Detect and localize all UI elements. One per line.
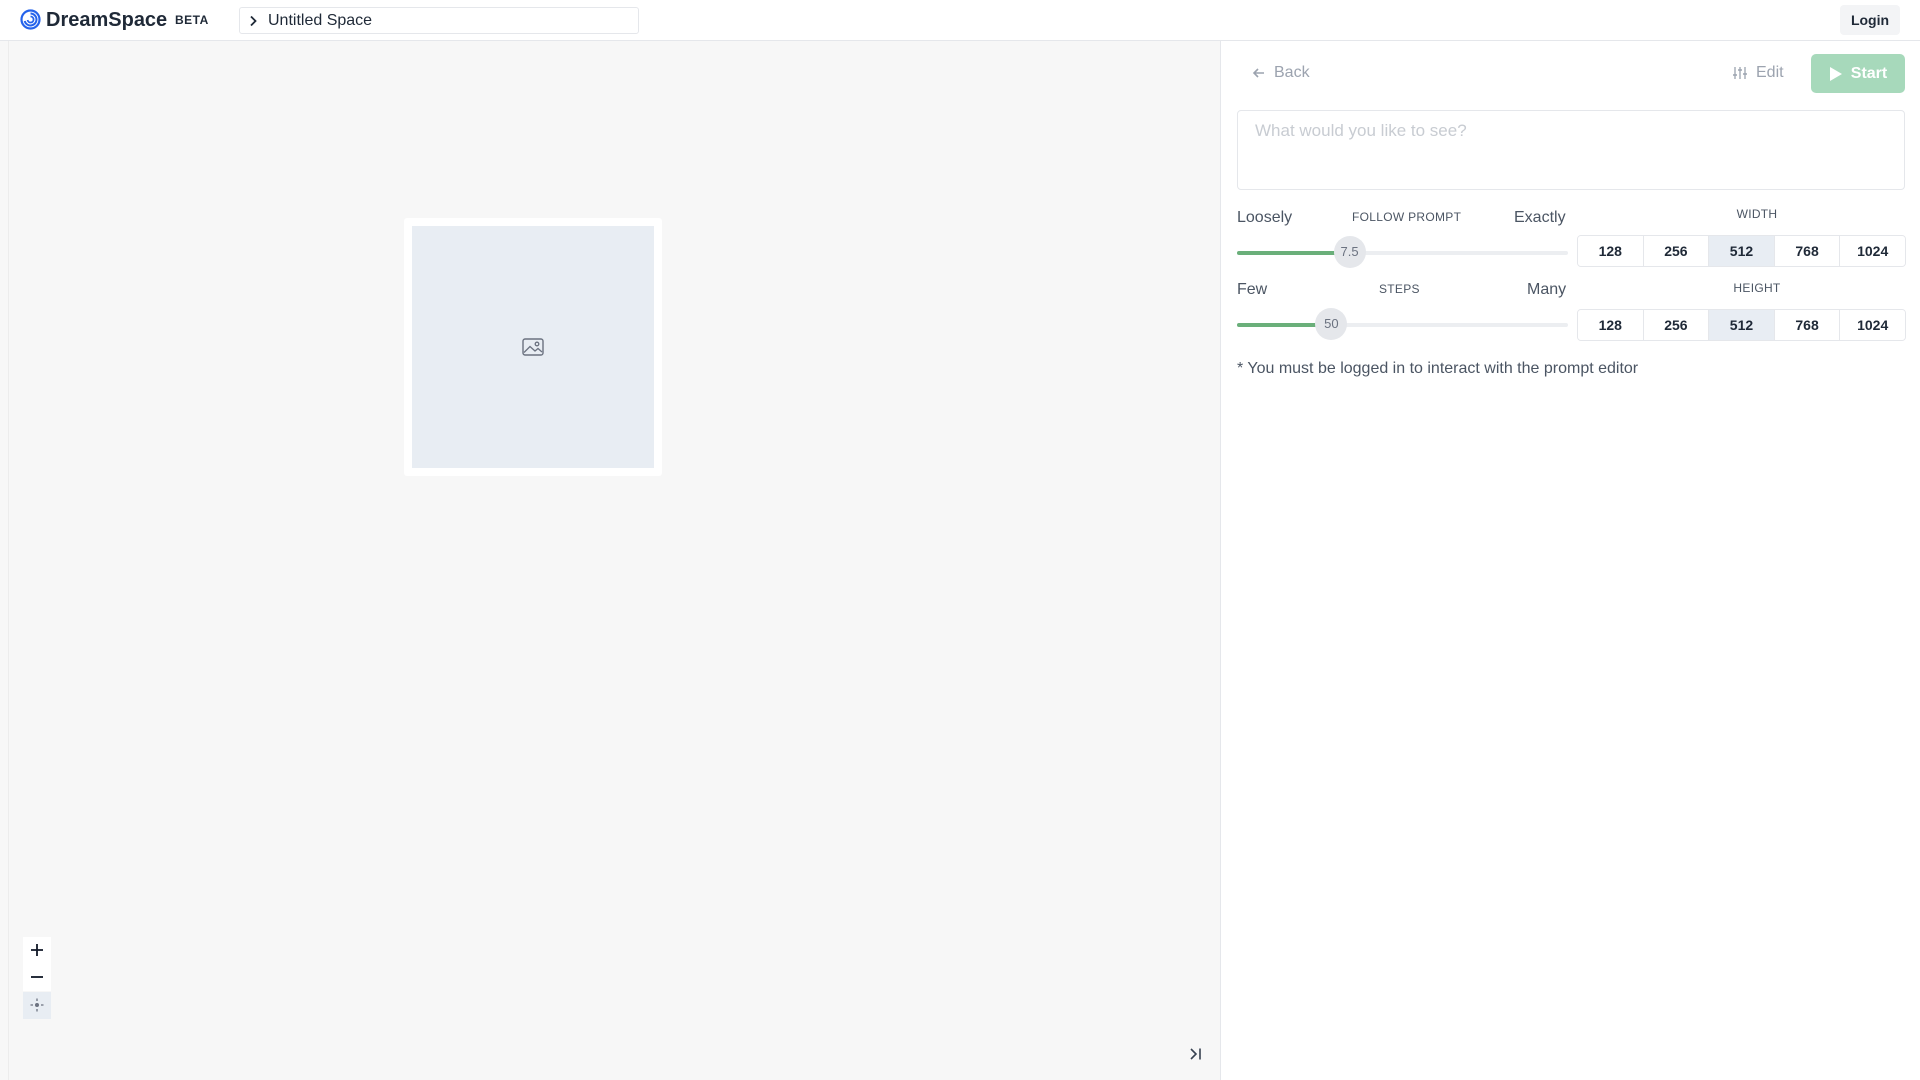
follow-prompt-min-label: Loosely [1237, 209, 1293, 226]
follow-prompt-title: FOLLOW PROMPT [1352, 210, 1462, 224]
width-selector: 128 256 512 768 1024 [1577, 235, 1906, 267]
width-option-512[interactable]: 512 [1709, 236, 1775, 266]
height-option-256[interactable]: 256 [1643, 310, 1710, 340]
steps-min-label: Few [1237, 281, 1268, 298]
sliders-icon [1733, 67, 1747, 79]
width-option-128[interactable]: 128 [1578, 236, 1644, 266]
image-placeholder[interactable] [412, 226, 654, 468]
steps-thumb[interactable]: 50 [1315, 308, 1348, 340]
collapse-panel-icon [1190, 1047, 1201, 1060]
steps-title: STEPS [1379, 282, 1420, 296]
beta-badge: BETA [175, 13, 209, 27]
follow-prompt-thumb[interactable]: 7.5 [1333, 236, 1366, 268]
start-label: Start [1850, 64, 1888, 82]
height-selector: 128 256 512 768 1024 [1577, 309, 1906, 341]
follow-prompt-max-label: Exactly [1514, 209, 1566, 226]
edit-button[interactable]: Edit [1732, 60, 1784, 86]
canvas-area[interactable] [0, 41, 1220, 1080]
image-frame[interactable] [404, 218, 662, 476]
edit-label: Edit [1756, 64, 1784, 81]
login-required-note: * You must be logged in to interact with… [1237, 360, 1639, 377]
height-option-768[interactable]: 768 [1774, 310, 1841, 340]
height-title: HEIGHT [1733, 281, 1781, 295]
width-title: WIDTH [1736, 207, 1778, 221]
height-option-128[interactable]: 128 [1578, 310, 1644, 340]
collapse-panel-button[interactable] [1185, 1044, 1207, 1066]
recenter-icon [30, 998, 44, 1012]
steps-slider[interactable]: 50 [1237, 308, 1568, 340]
arrow-left-icon [1252, 68, 1264, 78]
follow-prompt-fill [1237, 251, 1350, 255]
chevron-right-icon[interactable] [248, 15, 258, 27]
dreamspace-logo-icon[interactable] [20, 9, 41, 30]
space-name-field[interactable]: Untitled Space [239, 7, 639, 34]
width-option-256[interactable]: 256 [1643, 236, 1710, 266]
top-bar: DreamSpace BETA Untitled Space Login [0, 0, 1920, 41]
canvas-divider [8, 41, 9, 1080]
steps-max-label: Many [1527, 281, 1567, 298]
play-icon [1829, 66, 1842, 81]
minus-icon [31, 976, 43, 978]
zoom-in-button[interactable] [23, 937, 51, 964]
follow-prompt-slider[interactable]: 7.5 [1237, 236, 1568, 268]
width-option-1024[interactable]: 1024 [1840, 236, 1905, 266]
brand-name: DreamSpace [46, 9, 168, 31]
height-option-1024[interactable]: 1024 [1840, 310, 1905, 340]
plus-icon [31, 944, 43, 956]
back-label: Back [1274, 64, 1310, 81]
zoom-out-button[interactable] [23, 964, 51, 991]
prompt-input[interactable] [1237, 110, 1905, 190]
height-option-512[interactable]: 512 [1709, 310, 1775, 340]
start-button[interactable]: Start [1811, 54, 1905, 93]
image-placeholder-icon [522, 338, 544, 356]
recenter-button[interactable] [23, 992, 51, 1019]
login-button[interactable]: Login [1840, 5, 1900, 35]
prompt-panel: Back Edit Start Loosely FOLLOW PROMPT Ex… [1220, 41, 1920, 1080]
width-option-768[interactable]: 768 [1774, 236, 1841, 266]
zoom-controls [23, 937, 51, 1019]
space-name[interactable]: Untitled Space [268, 12, 372, 30]
back-button[interactable]: Back [1252, 60, 1310, 86]
